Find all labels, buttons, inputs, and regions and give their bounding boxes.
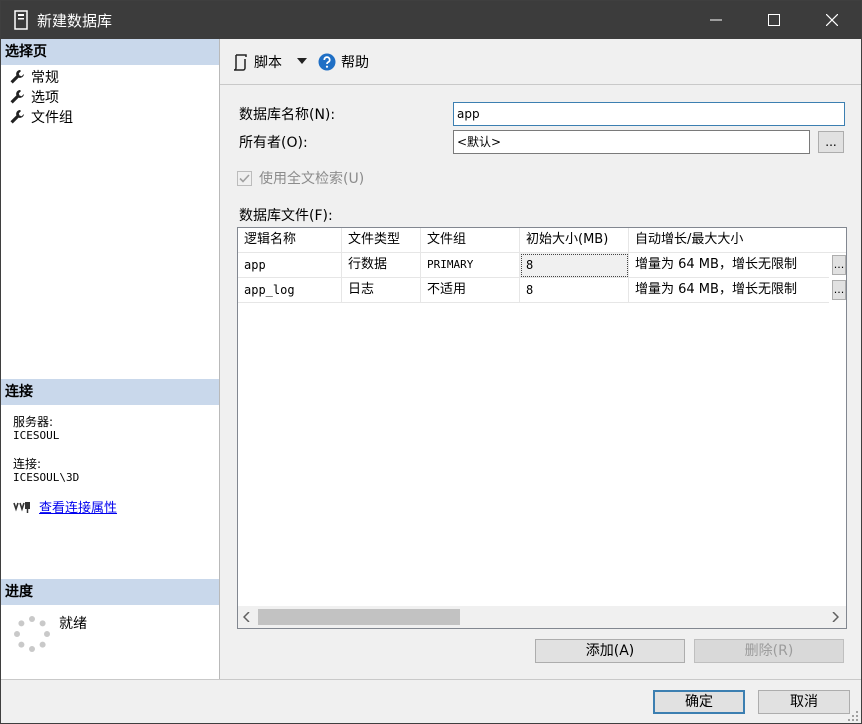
dialog-window: 新建数据库 选择页 常规 选项 文件组 连接 服务器: ICESOUL 连接: … — [0, 0, 862, 724]
checkbox-checked-icon[interactable] — [237, 170, 252, 186]
column-header[interactable]: 初始大小(MB) — [520, 228, 629, 253]
db-files-label: 数据库文件(F): — [239, 208, 333, 224]
logical-name-cell[interactable]: app_log — [238, 278, 342, 303]
grid-header-row: 逻辑名称 文件类型 文件组 初始大小(MB) 自动增长/最大大小 — [238, 228, 846, 253]
connection-header: 连接 — [1, 379, 219, 405]
chevron-down-icon[interactable] — [297, 58, 307, 64]
close-icon — [826, 14, 838, 26]
script-icon — [233, 54, 247, 71]
view-connection-properties: 查看连接属性 — [13, 497, 117, 516]
filegroup-cell[interactable]: 不适用 — [421, 278, 520, 303]
owner-browse-button[interactable]: ... — [818, 131, 844, 153]
script-button[interactable]: 脚本 — [232, 52, 282, 72]
sidebar-item-label: 选项 — [31, 90, 59, 106]
window-title: 新建数据库 — [37, 12, 113, 30]
autogrowth-cell[interactable]: 增量为 64 MB，增长无限制 — [629, 278, 829, 303]
help-icon — [318, 53, 336, 71]
database-app-icon — [14, 10, 28, 30]
view-connection-properties-link[interactable]: 查看连接属性 — [39, 497, 117, 516]
minimize-button[interactable] — [687, 1, 745, 39]
progress-header: 进度 — [1, 579, 219, 605]
connection-value: ICESOUL\3D — [13, 471, 80, 484]
scroll-right-icon[interactable] — [832, 612, 839, 622]
initial-size-cell[interactable]: 8 — [520, 253, 629, 278]
autogrowth-cell[interactable]: 增量为 64 MB，增长无限制 — [629, 253, 829, 278]
server-label: 服务器: — [13, 415, 54, 429]
server-info: 服务器: ICESOUL — [13, 415, 59, 443]
main-panel: 数据库名称(N): app 所有者(O): <默认> ... 使用全文检索(U)… — [220, 85, 861, 679]
ok-button[interactable]: 确定 — [653, 690, 745, 714]
column-header[interactable]: 自动增长/最大大小 — [629, 228, 846, 253]
progress-status: 就绪 — [59, 616, 87, 632]
scrollbar-thumb[interactable] — [258, 609, 460, 625]
column-header[interactable]: 逻辑名称 — [238, 228, 342, 253]
scroll-left-icon[interactable] — [243, 612, 250, 622]
sidebar-item-general[interactable]: 常规 — [9, 67, 59, 87]
cancel-button[interactable]: 取消 — [758, 690, 850, 714]
connection-label: 连接: — [13, 457, 42, 471]
dialog-footer: 确定 取消 — [1, 679, 861, 724]
wrench-icon — [10, 70, 24, 84]
sidebar-item-filegroups[interactable]: 文件组 — [9, 107, 73, 127]
owner-label: 所有者(O): — [239, 135, 308, 151]
select-page-header: 选择页 — [1, 39, 219, 65]
help-button[interactable]: 帮助 — [318, 52, 369, 72]
file-type-cell[interactable]: 行数据 — [342, 253, 421, 278]
wrench-icon — [10, 110, 24, 124]
column-header[interactable]: 文件组 — [421, 228, 520, 253]
add-button[interactable]: 添加(A) — [535, 639, 685, 663]
connection-info: 连接: ICESOUL\3D — [13, 457, 79, 485]
help-label: 帮助 — [341, 55, 369, 71]
fulltext-label: 使用全文检索(U) — [259, 171, 365, 187]
autogrowth-edit-button[interactable]: ... — [832, 280, 846, 300]
maximize-button[interactable] — [745, 1, 803, 39]
title-bar: 新建数据库 — [1, 1, 861, 39]
sidebar: 选择页 常规 选项 文件组 连接 服务器: ICESOUL 连接: ICESOU… — [1, 39, 220, 679]
db-files-grid: 逻辑名称 文件类型 文件组 初始大小(MB) 自动增长/最大大小 app 行数据… — [237, 227, 847, 629]
horizontal-scrollbar[interactable] — [238, 606, 846, 628]
db-name-input[interactable]: app — [453, 102, 845, 126]
server-value: ICESOUL — [13, 429, 60, 442]
table-row[interactable]: app 行数据 PRIMARY 8 增量为 64 MB，增长无限制 ... — [238, 253, 846, 278]
script-label: 脚本 — [254, 55, 282, 71]
sidebar-item-label: 文件组 — [31, 110, 73, 126]
column-header[interactable]: 文件类型 — [342, 228, 421, 253]
minimize-icon — [710, 19, 722, 21]
toolbar: 脚本 帮助 — [220, 39, 861, 85]
close-button[interactable] — [803, 1, 861, 39]
owner-input[interactable]: <默认> — [453, 130, 810, 154]
remove-button[interactable]: 删除(R) — [694, 639, 844, 663]
connection-plug-icon — [13, 501, 30, 513]
logical-name-cell[interactable]: app — [238, 253, 342, 278]
progress-spinner-icon — [14, 616, 50, 652]
sidebar-item-options[interactable]: 选项 — [9, 87, 59, 107]
file-type-cell[interactable]: 日志 — [342, 278, 421, 303]
table-row[interactable]: app_log 日志 不适用 8 增量为 64 MB，增长无限制 ... — [238, 278, 846, 303]
fulltext-option: 使用全文检索(U) — [237, 168, 364, 188]
sidebar-item-label: 常规 — [31, 70, 59, 86]
autogrowth-edit-button[interactable]: ... — [832, 255, 846, 275]
db-name-label: 数据库名称(N): — [239, 107, 336, 123]
initial-size-cell[interactable]: 8 — [520, 278, 629, 303]
wrench-icon — [10, 90, 24, 104]
filegroup-cell[interactable]: PRIMARY — [421, 253, 520, 278]
resize-grip-icon[interactable] — [847, 710, 859, 722]
maximize-icon — [768, 14, 780, 26]
